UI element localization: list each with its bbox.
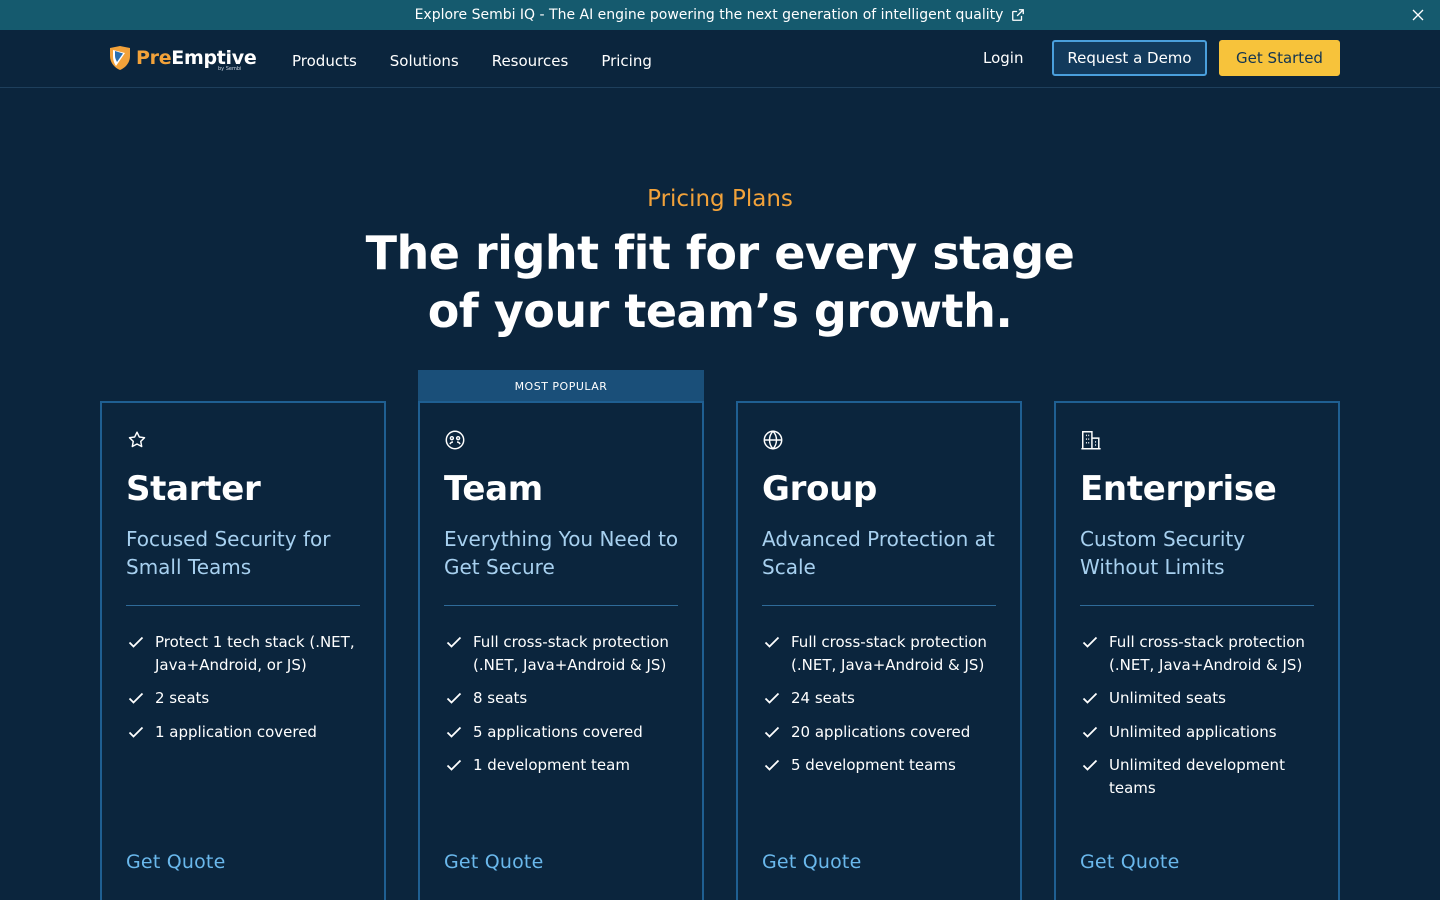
feature-text: 5 applications covered (473, 722, 643, 741)
plan-title: Team (444, 469, 543, 509)
login-link[interactable]: Login (983, 49, 1023, 67)
announcement-text[interactable]: Explore Sembi IQ - The AI engine powerin… (415, 7, 1004, 23)
logo-pre: Pre (136, 47, 172, 69)
nav-resources[interactable]: Resources (492, 52, 569, 70)
feature-item: Unlimited applications (1080, 721, 1320, 744)
feature-item: Protect 1 tech stack (.NET, Java+Android… (126, 631, 366, 676)
most-popular-badge: MOST POPULAR (418, 370, 704, 403)
site-header: PreEmptive by Sembi Products Solutions R… (0, 30, 1440, 88)
check-icon (1082, 636, 1098, 648)
feature-list: Full cross-stack protection (.NET, Java+… (1080, 631, 1320, 810)
nav-products[interactable]: Products (292, 52, 357, 70)
feature-item: 1 development team (444, 754, 684, 777)
globe-icon (763, 430, 783, 450)
logo-emptive: Emptive (171, 47, 257, 69)
plan-card-starter: Starter Focused Security for Small Teams… (100, 401, 386, 900)
feature-text: 5 development teams (791, 756, 956, 774)
request-demo-button[interactable]: Request a Demo (1052, 40, 1207, 76)
divider (762, 605, 996, 606)
check-icon (128, 726, 144, 738)
feature-text: 1 application covered (155, 722, 317, 741)
plan-card-group: Group Advanced Protection at Scale Full … (736, 401, 1022, 900)
plan-subtitle: Everything You Need to Get Secure (444, 527, 679, 579)
plan-subtitle: Focused Security for Small Teams (126, 527, 331, 579)
building-icon (1081, 431, 1101, 450)
nav-solutions[interactable]: Solutions (390, 52, 459, 70)
get-quote-link[interactable]: Get Quote (444, 851, 543, 873)
feature-item: Full cross-stack protection (.NET, Java+… (1080, 631, 1320, 676)
check-icon (128, 692, 144, 704)
feature-text: Full cross-stack protection (.NET, Java+… (1109, 633, 1305, 674)
feature-text: Full cross-stack protection (.NET, Java+… (791, 633, 987, 674)
check-icon (446, 726, 462, 738)
feature-text: 24 seats (791, 689, 855, 707)
announcement-bar[interactable]: Explore Sembi IQ - The AI engine powerin… (0, 0, 1440, 30)
feature-text: 1 development team (473, 756, 630, 774)
check-icon (128, 636, 144, 648)
plan-card-enterprise: Enterprise Custom Security Without Limit… (1054, 401, 1340, 900)
divider (126, 605, 360, 606)
external-link-icon[interactable] (1011, 8, 1025, 22)
get-quote-link[interactable]: Get Quote (1080, 851, 1179, 873)
feature-item: 24 seats (762, 687, 1002, 710)
close-icon[interactable] (1410, 7, 1426, 23)
feature-item: Unlimited seats (1080, 687, 1320, 710)
feature-text: Unlimited development teams (1109, 756, 1285, 797)
feature-text: Protect 1 tech stack (.NET, Java+Android… (155, 633, 355, 674)
feature-item: 8 seats (444, 687, 684, 710)
check-icon (1082, 726, 1098, 738)
get-quote-link[interactable]: Get Quote (762, 851, 861, 873)
feature-item: 5 development teams (762, 754, 1002, 777)
check-icon (446, 636, 462, 648)
feature-text: 2 seats (155, 689, 210, 707)
divider (444, 605, 678, 606)
check-icon (764, 726, 780, 738)
feature-item: 1 application covered (126, 721, 366, 744)
feature-text: Unlimited applications (1109, 722, 1277, 741)
check-icon (764, 636, 780, 648)
team-icon (445, 430, 465, 450)
plan-title: Group (762, 469, 878, 509)
page-headline: The right fit for every stage of your te… (365, 226, 1075, 338)
shield-logo-icon (110, 46, 130, 70)
logo-byline: by Sembi (218, 66, 242, 72)
feature-list: Full cross-stack protection (.NET, Java+… (762, 631, 1002, 788)
feature-item: Full cross-stack protection (.NET, Java+… (444, 631, 684, 676)
feature-list: Protect 1 tech stack (.NET, Java+Android… (126, 631, 366, 754)
feature-item: 2 seats (126, 687, 366, 710)
main-nav: Products Solutions Resources Pricing (292, 52, 652, 70)
check-icon (1082, 692, 1098, 704)
get-quote-link[interactable]: Get Quote (126, 851, 225, 873)
feature-item: 20 applications covered (762, 721, 1002, 744)
feature-text: 8 seats (473, 689, 528, 707)
plan-subtitle: Custom Security Without Limits (1080, 527, 1246, 579)
check-icon (1082, 759, 1098, 771)
plan-title: Enterprise (1080, 469, 1277, 509)
feature-item: 5 applications covered (444, 721, 684, 744)
feature-text: Unlimited seats (1109, 689, 1226, 707)
get-started-button[interactable]: Get Started (1219, 40, 1340, 76)
plan-card-team: Team Everything You Need to Get Secure F… (418, 401, 704, 900)
check-icon (764, 759, 780, 771)
plan-subtitle: Advanced Protection at Scale (762, 527, 995, 579)
feature-item: Unlimited development teams (1080, 754, 1320, 799)
divider (1080, 605, 1314, 606)
check-icon (764, 692, 780, 704)
feature-text: Full cross-stack protection (.NET, Java+… (473, 633, 669, 674)
feature-text: 20 applications covered (791, 722, 971, 741)
feature-item: Full cross-stack protection (.NET, Java+… (762, 631, 1002, 676)
feature-list: Full cross-stack protection (.NET, Java+… (444, 631, 684, 788)
check-icon (446, 692, 462, 704)
star-icon (128, 431, 146, 448)
pricing-eyebrow: Pricing Plans (647, 186, 793, 212)
plan-title: Starter (126, 469, 261, 509)
logo[interactable]: PreEmptive by Sembi (108, 42, 257, 74)
nav-pricing[interactable]: Pricing (601, 52, 652, 70)
check-icon (446, 759, 462, 771)
